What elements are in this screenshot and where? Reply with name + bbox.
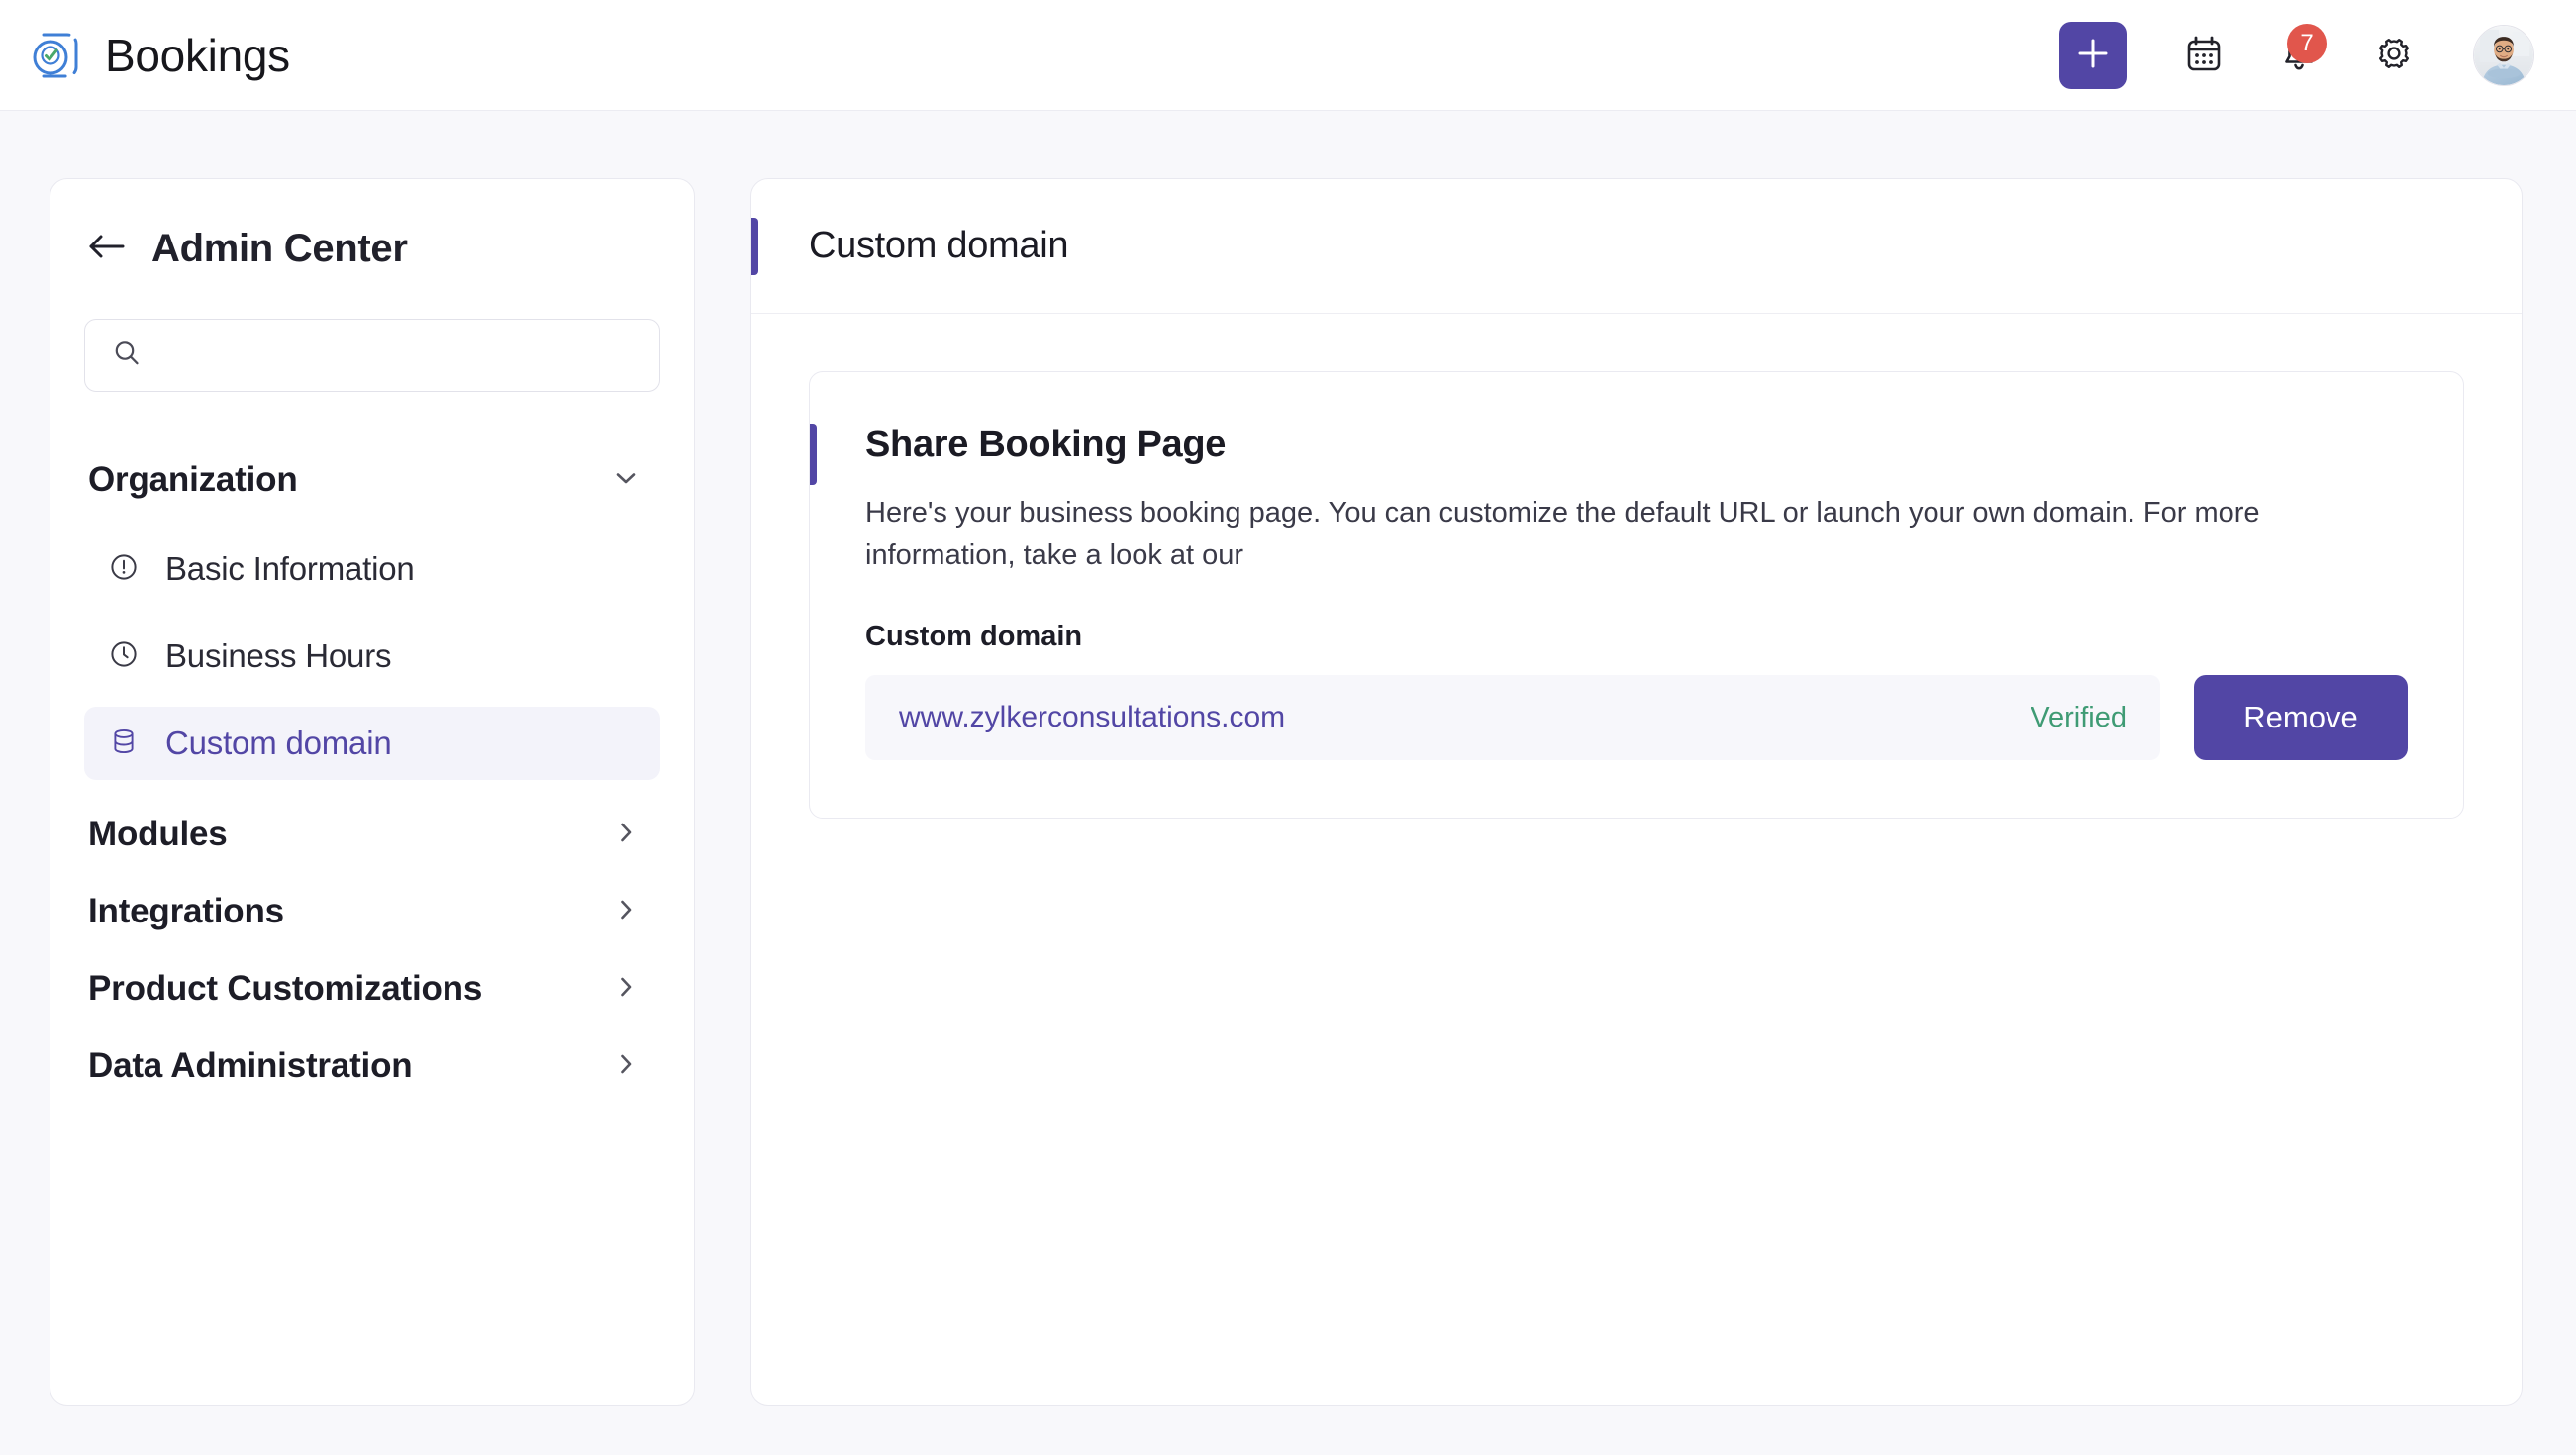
add-button[interactable] [2059, 22, 2127, 89]
top-bar-actions: 7 [2059, 22, 2534, 89]
sidebar-item-label: Custom domain [165, 725, 392, 762]
chevron-right-icon[interactable] [613, 897, 639, 927]
calendar-icon [2183, 33, 2225, 77]
sidebar-item-custom-domain[interactable]: Custom domain [84, 707, 660, 780]
sidebar-group-label: Product Customizations [88, 969, 482, 1009]
arrow-left-icon[interactable] [88, 232, 128, 266]
nav-spacer [84, 780, 660, 796]
plus-icon [2076, 37, 2110, 73]
chevron-right-icon[interactable] [613, 974, 639, 1005]
search-input[interactable] [160, 340, 634, 371]
remove-button[interactable]: Remove [2194, 675, 2408, 760]
bookings-logo-icon [30, 30, 81, 81]
sidebar-group-product-customizations[interactable]: Product Customizations [84, 950, 660, 1027]
top-bar: Bookings [0, 0, 2576, 111]
sidebar-item-label: Basic Information [165, 550, 415, 588]
card-description: Here's your business booking page. You c… [865, 492, 2408, 577]
card-accent-bar [810, 424, 817, 485]
clock-icon [108, 638, 140, 675]
avatar[interactable] [2473, 25, 2534, 86]
sidebar-group-label: Modules [88, 815, 228, 854]
card-title: Share Booking Page [865, 424, 2408, 466]
domain-field[interactable]: www.zylkerconsultations.com Verified [865, 675, 2160, 760]
workspace: Admin Center Organization [0, 111, 2576, 1455]
back-to-admin-center[interactable]: Admin Center [88, 227, 660, 271]
panel-header: Custom domain [751, 179, 2522, 314]
notifications-button[interactable]: 7 [2265, 22, 2332, 89]
sidebar-nav: Organization Basic Information [84, 441, 660, 1105]
sidebar-group-data-administration[interactable]: Data Administration [84, 1027, 660, 1105]
exclamation-circle-icon [108, 551, 140, 588]
app-brand[interactable]: Bookings [30, 29, 290, 82]
search-icon [111, 338, 143, 374]
sidebar-group-label: Data Administration [88, 1046, 412, 1086]
panel-accent-bar [751, 218, 758, 275]
sidebar-title: Admin Center [151, 227, 408, 271]
custom-domain-label: Custom domain [865, 621, 2408, 653]
chevron-down-icon[interactable] [613, 465, 639, 496]
search-box[interactable] [84, 319, 660, 392]
status-badge: Verified [2031, 702, 2127, 734]
sidebar-item-label: Business Hours [165, 637, 391, 675]
chevron-right-icon[interactable] [613, 1051, 639, 1082]
admin-sidebar: Admin Center Organization [50, 178, 695, 1406]
app-title: Bookings [105, 29, 290, 82]
calendar-button[interactable] [2170, 22, 2237, 89]
sidebar-group-modules[interactable]: Modules [84, 796, 660, 873]
gear-icon [2373, 33, 2415, 77]
sidebar-item-business-hours[interactable]: Business Hours [84, 620, 660, 693]
main-panel: Custom domain Share Booking Page Here's … [750, 178, 2523, 1406]
database-icon [108, 726, 140, 762]
chevron-right-icon[interactable] [613, 820, 639, 850]
page-title: Custom domain [809, 225, 1068, 267]
sidebar-group-integrations[interactable]: Integrations [84, 873, 660, 950]
custom-domain-row: www.zylkerconsultations.com Verified Rem… [865, 675, 2408, 760]
sidebar-group-label: Organization [88, 460, 298, 500]
sidebar-group-label: Integrations [88, 892, 284, 931]
share-booking-card: Share Booking Page Here's your business … [809, 371, 2464, 819]
notification-badge: 7 [2287, 24, 2327, 63]
domain-url-link[interactable]: www.zylkerconsultations.com [899, 701, 1285, 734]
sidebar-group-organization[interactable]: Organization [84, 441, 660, 519]
settings-button[interactable] [2360, 22, 2427, 89]
sidebar-item-basic-information[interactable]: Basic Information [84, 533, 660, 606]
